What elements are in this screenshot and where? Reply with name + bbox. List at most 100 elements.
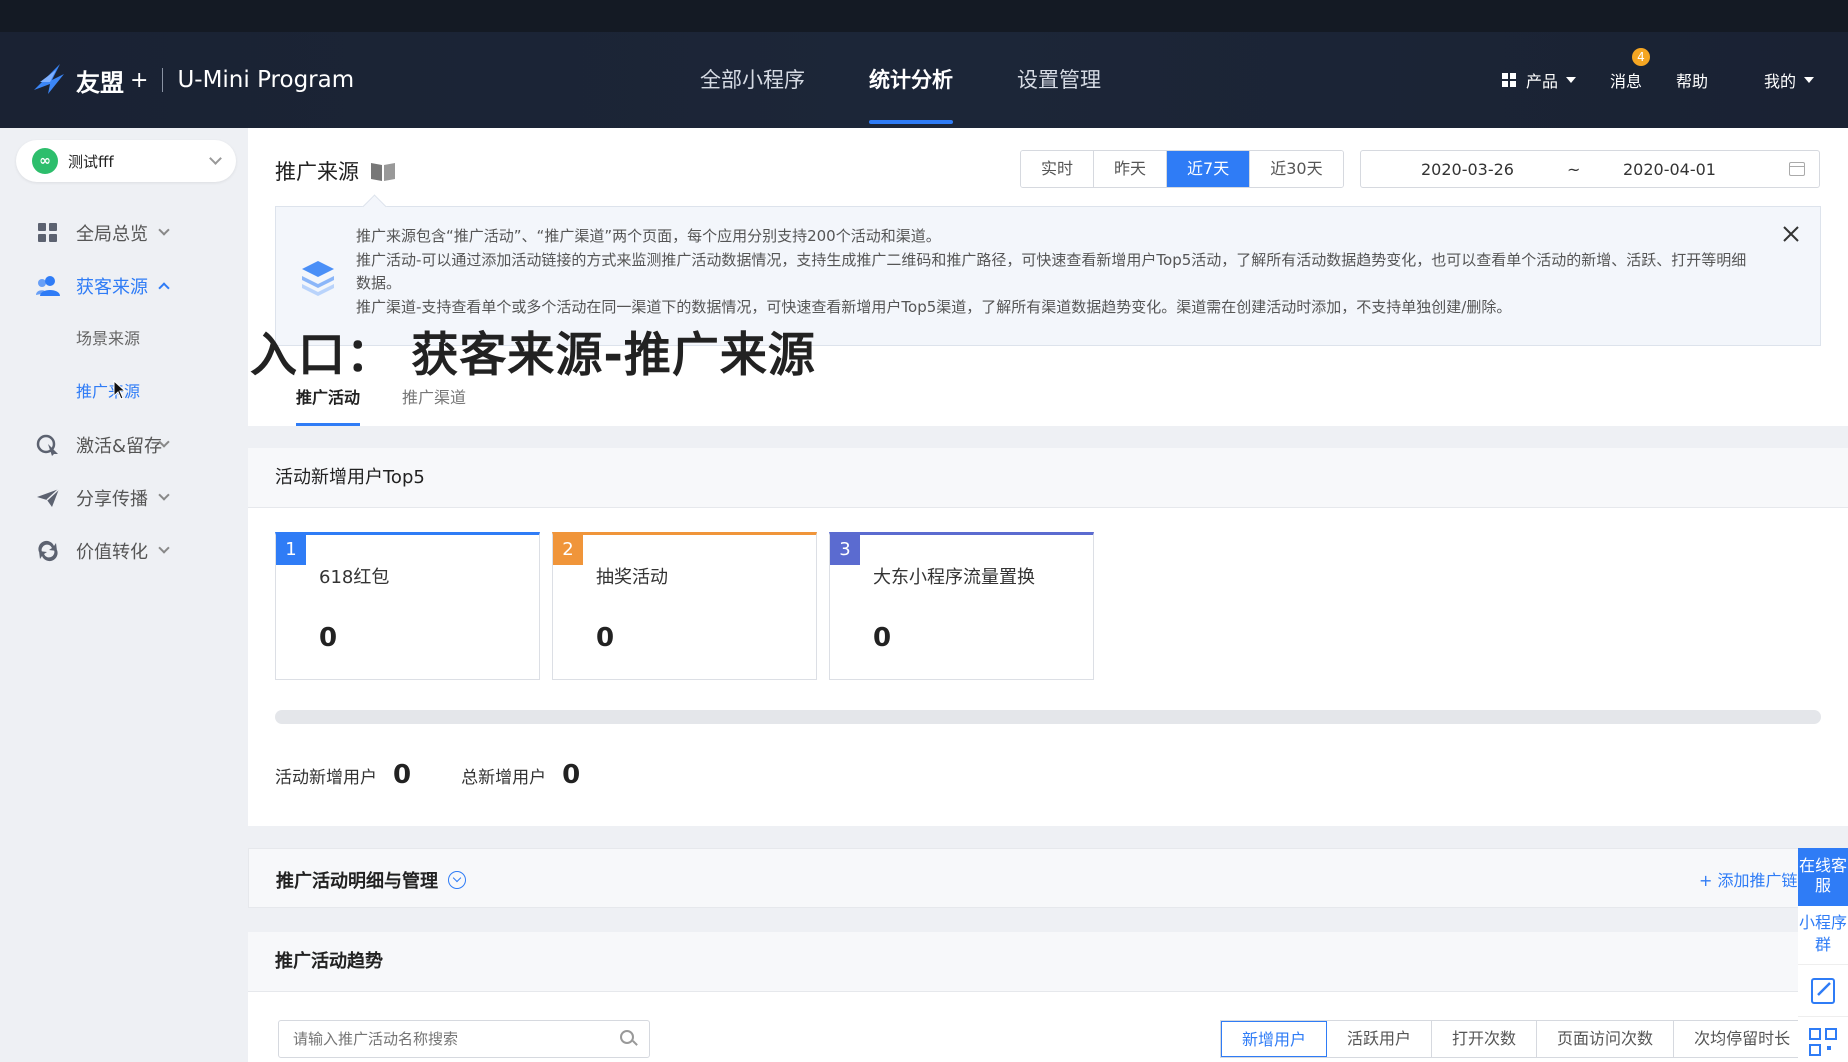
calendar-icon	[1789, 162, 1805, 176]
help-label: 帮助	[1675, 72, 1708, 91]
sidebar-item-conversion[interactable]: 价值转化	[0, 524, 248, 577]
sidebar-item-label: 全局总览	[76, 223, 148, 245]
qrcode-icon[interactable]	[1798, 1016, 1848, 1062]
time-range-30days[interactable]: 近30天	[1250, 151, 1343, 187]
activation-icon	[36, 434, 60, 456]
activity-trend-card: 推广活动趋势 新增用户 活跃用户 打开次数 页面访问次数 次均停留时长	[248, 932, 1848, 1062]
header-actions: 产品 消息 4 帮助 我的	[1501, 32, 1848, 128]
top5-card: 活动新增用户Top5 1 618红包 0 2 抽奖活动 0 3 大东小程序流量置…	[248, 448, 1848, 826]
umeng-bird-icon	[30, 60, 70, 100]
dashboard-icon	[36, 222, 60, 244]
date-range-picker[interactable]: 2020-03-26 ~ 2020-04-01	[1360, 150, 1820, 188]
detail-title[interactable]: 推广活动明细与管理	[276, 867, 466, 893]
miniprogram-group-button[interactable]: 小程序群	[1798, 906, 1848, 964]
window-top-strip	[0, 0, 1848, 32]
time-range-7days[interactable]: 近7天	[1167, 151, 1251, 187]
paper-plane-icon	[36, 487, 60, 509]
top-header: 友盟 + U-Mini Program 全部小程序 统计分析 设置管理 产品 消…	[0, 32, 1848, 128]
help-link[interactable]: 帮助	[1676, 68, 1708, 92]
brand-logo[interactable]: 友盟 + U-Mini Program	[30, 60, 354, 100]
metric-avg-duration[interactable]: 次均停留时长	[1674, 1021, 1812, 1057]
logo-divider	[162, 68, 164, 92]
nav-statistics[interactable]: 统计分析	[869, 32, 953, 128]
sidebar-item-share[interactable]: 分享传播	[0, 471, 248, 524]
date-end: 2020-04-01	[1623, 159, 1716, 179]
layers-icon	[298, 257, 338, 297]
sidebar: ∞ 测试fff 全局总览 获客来源 场景来源 推广来源 激活&留存 分享传播 价…	[0, 128, 248, 1062]
page-title-text: 推广来源	[275, 160, 359, 184]
brand-plus: +	[130, 67, 149, 93]
top5-title: 活动新增用户Top5	[248, 448, 1848, 508]
date-start: 2020-03-26	[1421, 159, 1514, 179]
trend-title: 推广活动趋势	[248, 932, 1848, 992]
rank-card[interactable]: 2 抽奖活动 0	[552, 532, 817, 680]
promo-source-header-card: 推广来源 实时 昨天 近7天 近30天 2020-03-26 ~ 2020-04…	[248, 128, 1848, 426]
date-separator: ~	[1567, 159, 1581, 179]
sidebar-item-label: 价值转化	[76, 541, 148, 563]
sidebar-item-label: 激活&留存	[76, 435, 163, 457]
expand-chevron-icon[interactable]	[448, 871, 466, 889]
tab-promo-channel[interactable]: 推广渠道	[402, 384, 466, 426]
rank-card[interactable]: 1 618红包 0	[275, 532, 540, 680]
grid-icon	[1501, 73, 1516, 87]
add-promo-link-button[interactable]: + 添加推广链	[1699, 867, 1798, 891]
caret-down-icon	[1804, 77, 1814, 83]
rank-activity-name: 抽奖活动	[596, 567, 668, 588]
time-range-realtime[interactable]: 实时	[1021, 151, 1095, 187]
chevron-down-icon	[158, 224, 170, 236]
caret-down-icon	[1565, 77, 1576, 83]
rank-number: 1	[276, 535, 306, 565]
floating-toolbar: 在线客服 小程序群	[1798, 848, 1848, 1062]
main-content: 推广来源 实时 昨天 近7天 近30天 2020-03-26 ~ 2020-04…	[248, 128, 1848, 1062]
metric-page-visits[interactable]: 页面访问次数	[1537, 1021, 1675, 1057]
activity-search-input[interactable]	[278, 1020, 650, 1058]
messages-badge: 4	[1631, 48, 1650, 66]
metric-new-users[interactable]: 新增用户	[1221, 1021, 1328, 1057]
overlay-caption: 入口： 获客来源-推广来源	[250, 328, 816, 383]
activity-detail-card: 推广活动明细与管理 + 添加推广链	[248, 848, 1848, 908]
notice-line: 推广来源包含“推广活动”、“推广渠道”两个页面，每个应用分别支持200个活动和渠…	[356, 227, 941, 245]
brand-name: 友盟	[76, 68, 124, 97]
rank-card-list: 1 618红包 0 2 抽奖活动 0 3 大东小程序流量置换 0	[275, 532, 1106, 680]
close-icon[interactable]	[1782, 225, 1800, 243]
product-name: U-Mini Program	[177, 67, 355, 93]
page-title: 推广来源	[275, 156, 397, 186]
miniprogram-icon: ∞	[32, 148, 58, 174]
mine-menu[interactable]: 我的	[1764, 68, 1814, 92]
tab-promo-activity[interactable]: 推广活动	[296, 384, 361, 426]
metric-open-count[interactable]: 打开次数	[1432, 1021, 1538, 1057]
metric-active-users[interactable]: 活跃用户	[1327, 1021, 1433, 1057]
activity-new-users-value: 0	[393, 760, 412, 790]
time-range-yesterday[interactable]: 昨天	[1094, 151, 1168, 187]
sidebar-item-activation[interactable]: 激活&留存	[0, 418, 248, 471]
sidebar-item-label: 分享传播	[76, 488, 148, 510]
mine-label: 我的	[1763, 72, 1796, 91]
messages-button[interactable]: 消息 4	[1610, 48, 1650, 92]
search-icon[interactable]	[620, 1030, 634, 1044]
book-icon[interactable]	[369, 160, 397, 182]
notice-line: 推广活动-可以通过添加活动链接的方式来监测推广活动数据情况，支持生成推广二维码和…	[356, 250, 1747, 293]
sidebar-item-label: 获客来源	[76, 276, 148, 298]
rank-number: 2	[553, 535, 583, 565]
chevron-down-icon	[209, 152, 222, 165]
chevron-up-icon	[158, 282, 170, 294]
total-new-users-value: 0	[562, 760, 581, 790]
online-service-button[interactable]: 在线客服	[1798, 848, 1848, 906]
rank-value: 0	[873, 623, 892, 653]
main-nav: 全部小程序 统计分析 设置管理	[700, 32, 1165, 128]
nav-all-miniprograms[interactable]: 全部小程序	[700, 32, 805, 128]
rank-activity-name: 618红包	[319, 567, 390, 588]
nav-settings[interactable]: 设置管理	[1017, 32, 1101, 128]
conversion-icon	[36, 540, 60, 562]
sidebar-subitem-scene-source[interactable]: 场景来源	[0, 312, 248, 365]
app-selector[interactable]: ∞ 测试fff	[16, 140, 236, 182]
time-range-selector: 实时 昨天 近7天 近30天	[1020, 150, 1344, 188]
sidebar-item-acquisition[interactable]: 获客来源	[0, 259, 248, 312]
rank-number: 3	[830, 535, 860, 565]
products-label: 产品	[1525, 72, 1558, 91]
feedback-edit-icon[interactable]	[1798, 964, 1848, 1016]
sidebar-item-overview[interactable]: 全局总览	[0, 206, 248, 259]
products-menu[interactable]: 产品	[1501, 68, 1576, 92]
rank-card[interactable]: 3 大东小程序流量置换 0	[829, 532, 1094, 680]
chevron-down-icon	[158, 542, 170, 554]
